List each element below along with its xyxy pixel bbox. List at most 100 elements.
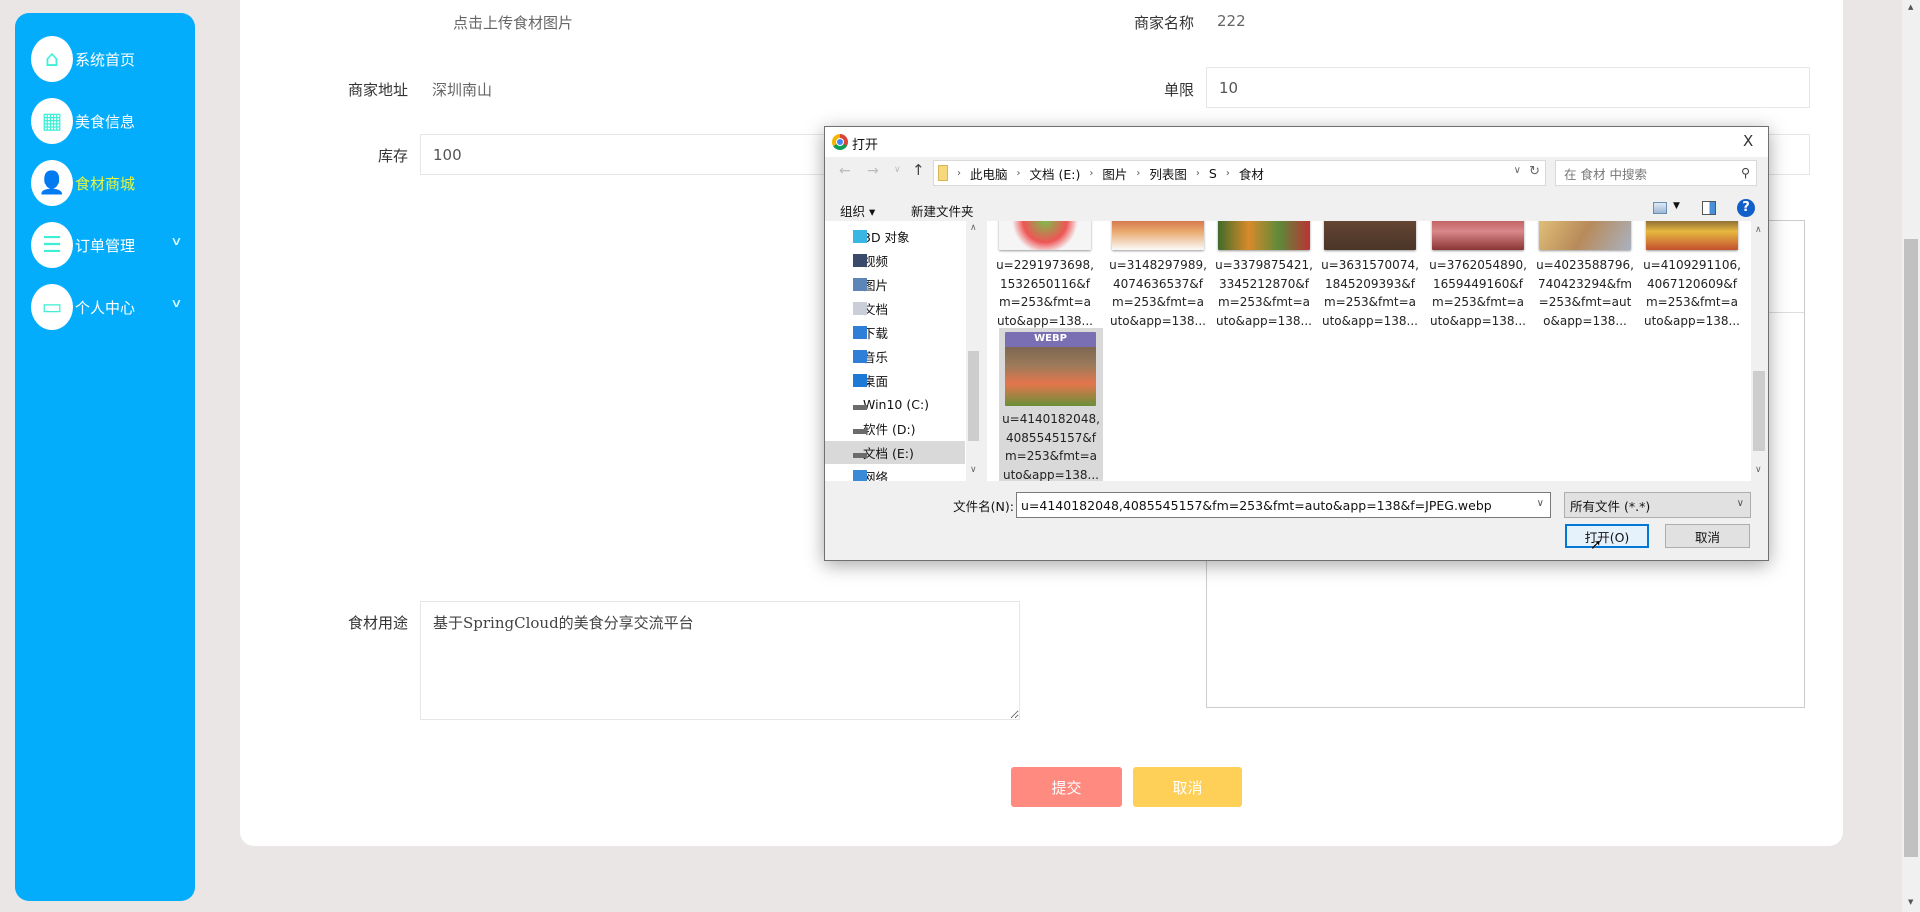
file-thumbnail <box>1539 221 1631 250</box>
file-type-value: 所有文件 (*.*) <box>1570 498 1651 514</box>
address-bar[interactable]: › 此电脑 › 文档 (E:) › 图片 › 列表图 › S › 食材 ∨ ↻ <box>933 160 1546 186</box>
filename-dropdown-icon[interactable]: ∨ <box>1537 498 1544 509</box>
nav-item[interactable]: 桌面 <box>825 369 965 392</box>
nav-item[interactable]: 文档 (E:) <box>825 441 965 464</box>
chevron-down-icon[interactable]: ∨ <box>170 296 182 310</box>
sidebar-item-0[interactable]: ⌂ 系统首页 <box>31 36 195 82</box>
merchant-address-value: 深圳南山 <box>432 81 493 99</box>
file-name-line: u=4109291106, <box>1643 258 1741 272</box>
file-name-line: m=253&fmt=a <box>1323 295 1417 309</box>
file-name: u=4109291106, 4067120609&f m=253&fmt=a uto&… <box>1640 256 1744 330</box>
nav-item[interactable]: 网络 <box>825 465 965 481</box>
file-type-dropdown-icon[interactable]: ∨ <box>1737 498 1744 509</box>
nav-scrollbar-thumb[interactable] <box>968 351 979 441</box>
file-name-line: 1659449160&f <box>1433 276 1523 291</box>
nav-item[interactable]: 3D 对象 <box>825 225 965 248</box>
nav-item-label: Win10 (C:) <box>863 397 930 412</box>
file-name-line: u=3148297989, <box>1109 258 1207 272</box>
file-item-selected[interactable]: WEBP u=4140182048, 4085545157&f m=253&fmt=a… <box>999 328 1103 481</box>
usage-label: 食材用途 <box>347 614 408 632</box>
merchant-name-value: 222 <box>1217 12 1246 30</box>
file-scrollbar[interactable]: ∧ ∨ <box>1751 221 1767 481</box>
address-dropdown-icon[interactable]: ∨ <box>1514 165 1521 176</box>
video-icon <box>853 254 867 267</box>
forward-arrow-icon[interactable]: → <box>867 163 879 179</box>
nav-item[interactable]: 软件 (D:) <box>825 417 965 440</box>
file-name-line: uto&app=138... <box>1003 467 1099 482</box>
file-type-select[interactable]: 所有文件 (*.*) ∨ <box>1564 492 1751 518</box>
nav-item[interactable]: 文档 <box>825 297 965 320</box>
nav-item[interactable]: Win10 (C:) <box>825 393 965 416</box>
nav-item[interactable]: 图片 <box>825 273 965 296</box>
nav-item[interactable]: 音乐 <box>825 345 965 368</box>
breadcrumb-item[interactable]: 列表图 <box>1149 164 1187 183</box>
filename-input[interactable]: u=4140182048,4085545157&fm=253&fmt=auto&… <box>1016 492 1551 518</box>
back-arrow-icon[interactable]: ← <box>839 163 851 179</box>
dialog-cancel-button[interactable]: 取消 <box>1665 524 1750 548</box>
open-button[interactable]: 打开(O) <box>1565 524 1649 548</box>
file-name-line: m=253&fmt=a <box>1004 449 1098 463</box>
file-list: u=2291973698, 1532650116&f m=253&fmt=a uto&… <box>987 221 1767 481</box>
desktop-icon <box>853 374 867 387</box>
sidebar-item-3[interactable]: ☰ 订单管理 ∨ <box>31 222 195 268</box>
stock-label: 库存 <box>377 147 408 165</box>
sidebar-item-label: 美食信息 <box>75 112 136 131</box>
preview-pane-icon[interactable] <box>1702 201 1716 215</box>
drive-icon <box>853 429 867 434</box>
sidebar-item-2[interactable]: 👤 食材商城 <box>31 160 195 206</box>
file-name-line: 1532650116&f <box>1000 276 1090 291</box>
new-folder-button[interactable]: 新建文件夹 <box>911 201 974 220</box>
cancel-button[interactable]: 取消 <box>1133 767 1242 807</box>
file-scrollbar-thumb[interactable] <box>1753 371 1765 451</box>
chevron-down-icon[interactable]: ∨ <box>170 234 182 248</box>
network-icon <box>853 470 867 481</box>
breadcrumb-item[interactable]: 图片 <box>1102 164 1127 183</box>
file-name-line: m=253&fmt=a <box>1645 295 1739 309</box>
nav-scrollbar[interactable]: ∧ ∨ <box>966 221 981 481</box>
search-input[interactable]: 在 食材 中搜索 ⚲ <box>1555 160 1757 186</box>
usage-textarea[interactable]: 基于SpringCloud的美食分享交流平台 <box>420 601 1020 720</box>
breadcrumb-item[interactable]: 文档 (E:) <box>1030 164 1081 183</box>
upload-image-hint[interactable]: 点击上传食材图片 <box>453 12 573 33</box>
file-thumbnail <box>999 221 1091 250</box>
limit-input[interactable]: 10 <box>1206 67 1810 108</box>
breadcrumb-item[interactable]: 此电脑 <box>970 164 1008 183</box>
file-name: u=3631570074, 1845209393&f m=253&fmt=a uto&… <box>1318 256 1422 330</box>
file-thumbnail <box>1646 221 1738 250</box>
breadcrumb-separator-icon: › <box>1136 167 1141 179</box>
sidebar-item-label: 系统首页 <box>75 50 136 69</box>
scroll-up-arrow-icon[interactable]: ▲ <box>1908 3 1913 11</box>
file-name: u=3379875421, 3345212870&f m=253&fmt=a uto&… <box>1212 256 1316 330</box>
nav-item[interactable]: 下载 <box>825 321 965 344</box>
file-thumbnail <box>1218 221 1310 250</box>
sidebar-item-1[interactable]: ▦ 美食信息 <box>31 98 195 144</box>
submit-button[interactable]: 提交 <box>1011 767 1122 807</box>
recent-dropdown-icon[interactable]: ∨ <box>894 165 901 175</box>
sidebar-item-4[interactable]: ▭ 个人中心 ∨ <box>31 284 195 330</box>
sidebar-item-label: 订单管理 <box>75 236 136 255</box>
help-icon[interactable]: ? <box>1737 199 1755 217</box>
merchant-name-label: 商家名称 <box>1133 14 1194 32</box>
view-dropdown-icon[interactable]: ▼ <box>1673 201 1680 211</box>
breadcrumb-item[interactable]: 食材 <box>1239 164 1264 183</box>
file-thumbnail <box>1432 221 1524 250</box>
file-name: u=3762054890, 1659449160&f m=253&fmt=a uto&… <box>1426 256 1530 330</box>
folder-icon <box>938 165 948 181</box>
file-name-line: uto&app=138... <box>1430 313 1526 328</box>
page-scrollbar[interactable]: ▲ ▼ <box>1902 0 1920 912</box>
breadcrumb-separator-icon: › <box>957 167 961 179</box>
file-name-line: 4085545157&f <box>1006 430 1096 445</box>
up-arrow-icon[interactable]: ↑ <box>912 161 925 179</box>
refresh-icon[interactable]: ↻ <box>1529 164 1540 179</box>
breadcrumb-item[interactable]: S <box>1209 166 1217 181</box>
file-name-line: uto&app=138... <box>1216 313 1312 328</box>
scroll-down-arrow-icon[interactable]: ▼ <box>1908 898 1913 906</box>
search-placeholder: 在 食材 中搜索 <box>1564 166 1647 182</box>
scrollbar-thumb[interactable] <box>1904 239 1918 857</box>
organize-menu[interactable]: 组织 ▾ <box>840 201 875 220</box>
close-icon[interactable]: X <box>1743 132 1753 150</box>
view-options-icon[interactable] <box>1653 202 1667 214</box>
file-name-line: m=253&fmt=a <box>1111 295 1205 309</box>
file-name-line: 4074636537&f <box>1113 276 1203 291</box>
nav-item[interactable]: 视频 <box>825 249 965 272</box>
